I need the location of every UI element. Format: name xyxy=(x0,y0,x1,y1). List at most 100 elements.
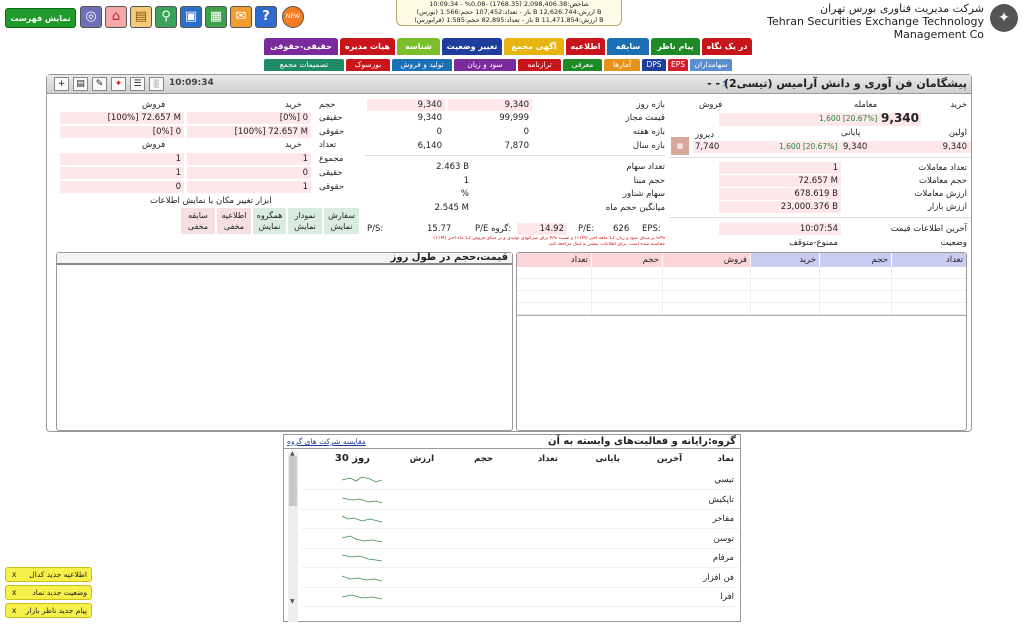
peer-symbol[interactable]: مفاخر xyxy=(713,510,734,529)
bar-chart-icon[interactable]: ░ xyxy=(149,77,164,91)
scroll-down-icon[interactable]: ▼ xyxy=(290,598,295,605)
home-icon[interactable]: ⌂ xyxy=(105,6,127,28)
peer-symbol[interactable]: فن افزار xyxy=(703,569,734,588)
pe-label: P/E: xyxy=(578,224,595,234)
help-icon[interactable]: ? xyxy=(255,6,277,28)
peer-symbol[interactable]: توسن xyxy=(714,530,734,549)
tab-board[interactable]: هیات مدیره xyxy=(340,38,395,55)
close-icon[interactable]: x xyxy=(12,604,16,617)
tab-shareholders[interactable]: سهامداران xyxy=(690,59,732,71)
document-icon[interactable]: ▤ xyxy=(73,77,88,91)
tool-ann-l1: اطلاعیه xyxy=(221,211,247,220)
year-label: بازه سال xyxy=(632,141,665,151)
scroll-up-icon[interactable]: ▲ xyxy=(290,450,295,457)
close-change: 1,600 [20.67%] xyxy=(779,142,838,151)
head-sell: فروش xyxy=(699,100,723,110)
add-icon[interactable]: + xyxy=(54,77,69,91)
stat-volume-value: 72.657 M xyxy=(719,175,841,187)
edit-icon[interactable]: ✎ xyxy=(92,77,107,91)
toast-codal[interactable]: اطلاعیه جدید کدال x xyxy=(5,567,92,582)
chat-icon[interactable]: ✉ xyxy=(230,6,252,28)
ticker-line-1: 10:09:34 - %0.08- (1768.35) شاخص:2,098,4… xyxy=(429,0,589,8)
peer-row[interactable]: افرا xyxy=(302,588,738,607)
tab-dps[interactable]: DPS xyxy=(642,59,666,71)
table-icon[interactable]: ▤ xyxy=(130,6,152,28)
info-float-label: سهام شناور xyxy=(622,189,665,199)
peer-row[interactable]: فن افزار xyxy=(302,569,738,588)
tab-identifier[interactable]: شناسه xyxy=(397,38,440,55)
tool-orders[interactable]: سفارش نمایش xyxy=(324,208,359,234)
info-base-vol: 1 حجم مبنا xyxy=(365,175,665,187)
peer-head-last: آخرین xyxy=(656,454,682,464)
toast-codal-text: اطلاعیه جدید کدال xyxy=(29,570,87,579)
sparkline-30d xyxy=(342,535,383,542)
peer-head-count: تعداد xyxy=(537,454,558,464)
globe-icon[interactable]: ◎ xyxy=(80,6,102,28)
toast-state-text: وضعیت جدید نماد xyxy=(32,588,87,597)
peer-row[interactable]: تیسي xyxy=(302,471,738,490)
peer-head-30d: 30 روز xyxy=(334,453,370,464)
ob-head-count-sell: تعداد xyxy=(517,253,591,267)
tool-announcements[interactable]: اطلاعیه مخفی xyxy=(217,208,251,234)
grid-icon[interactable]: ▦ xyxy=(205,6,227,28)
toast-sup-text: پیام جدید ناظر بازار xyxy=(25,606,87,615)
symbol-title: پیشگامان فن آوری و دانش آرامیس (تیسی2) -… xyxy=(707,77,967,90)
peer-symbol[interactable]: تاپکیش xyxy=(709,491,734,510)
tool-peers[interactable]: همگروه نمایش xyxy=(253,208,286,234)
list-icon[interactable]: ☰ xyxy=(130,77,145,91)
rl-row-legal: [0%] 0 [100%] 72.657 M حقوقی xyxy=(47,126,357,138)
tab-balance-sheet[interactable]: ترازنامه xyxy=(518,59,561,71)
tool-chart-l1: نمودار xyxy=(294,211,316,220)
tool-hist-l1: سابقه xyxy=(188,211,208,220)
peer-row[interactable]: مرقام xyxy=(302,549,738,568)
tab-profit-loss[interactable]: سود و زیان xyxy=(454,59,516,71)
close-icon[interactable]: x xyxy=(12,568,16,581)
peer-row[interactable]: توسن xyxy=(302,530,738,549)
tab-eps[interactable]: EPS xyxy=(668,59,688,71)
company-name-fa: شرکت مدیریت فناوری بورس تهران xyxy=(820,2,984,15)
count-legal-label: حقوقی xyxy=(319,182,345,192)
count-real-buy: 0 xyxy=(187,167,311,179)
tab-production-sales[interactable]: تولید و فروش xyxy=(392,59,452,71)
close-row: 7,740 1,600 [20.67%] 9,340 9,340 xyxy=(693,141,971,153)
tool-chart[interactable]: نمودار نمایش xyxy=(288,208,322,234)
rl-real-sell: [100%] 72.657 M xyxy=(60,112,184,124)
tab-announcements[interactable]: اطلاعیه xyxy=(566,38,605,55)
tab-stats[interactable]: آمارها xyxy=(604,59,640,71)
peer-symbol[interactable]: مرقام xyxy=(713,549,734,568)
tab-real-legal[interactable]: حقیقی-حقوقی xyxy=(264,38,338,55)
toast-symbol-state[interactable]: وضعیت جدید نماد x xyxy=(5,585,92,600)
chart-tools-icon[interactable]: ✦ xyxy=(111,77,126,91)
compare-peers-link[interactable]: مقایسه شرکت های گروه xyxy=(287,437,366,446)
info-float: % سهام شناور xyxy=(365,188,665,200)
tab-history[interactable]: سابقه xyxy=(607,38,649,55)
peer-head-symbol: نماد xyxy=(717,454,734,464)
tab-boursook[interactable]: بورسوک xyxy=(346,59,390,71)
search-icon[interactable]: ⚲ xyxy=(155,6,177,28)
info-avg-vol: 2.545 M میانگین حجم ماه xyxy=(365,202,665,214)
show-list-button[interactable]: نمایش فهرست xyxy=(5,8,76,28)
tab-status-change[interactable]: تغییر وضعیت xyxy=(442,38,502,55)
peer-row[interactable]: مفاخر xyxy=(302,510,738,529)
count-total-buy: 1 xyxy=(187,153,311,165)
new-badge-icon[interactable]: NEW xyxy=(282,6,304,28)
toast-supervisor[interactable]: پیام جدید ناظر بازار x xyxy=(5,603,92,618)
tab-at-a-glance[interactable]: در یک نگاه xyxy=(702,38,752,55)
prev-price: 7,740 xyxy=(695,142,720,152)
last-trade-change: 1,600 [20.67%] xyxy=(819,114,878,123)
tab-assembly-decisions[interactable]: تصمیمات مجمع xyxy=(264,59,344,71)
peer-scrollbar[interactable] xyxy=(288,452,298,622)
ticker-line-2: (بورس) باز - تعداد:107,452 حجم:1.566 B ا… xyxy=(416,8,602,16)
tool-history[interactable]: سابقه مخفی xyxy=(181,208,215,234)
tools-title: ابزار تغییر مکان یا نمایش اطلاعات xyxy=(150,196,272,206)
market-ticker: 10:09:34 - %0.08- (1768.35) شاخص:2,098,4… xyxy=(396,0,622,26)
peer-symbol[interactable]: افرا xyxy=(721,588,734,607)
calendar-icon[interactable]: ▦ xyxy=(671,137,689,155)
peer-row[interactable]: تاپکیش xyxy=(302,491,738,510)
tab-assembly-ad[interactable]: آگهی مجمع xyxy=(504,38,564,55)
close-icon[interactable]: x xyxy=(12,586,16,599)
tab-supervisor-message[interactable]: پیام ناظر xyxy=(651,38,700,55)
tab-introduction[interactable]: معرفی xyxy=(563,59,602,71)
monitor-icon[interactable]: ▣ xyxy=(180,6,202,28)
peer-symbol[interactable]: تیسي xyxy=(714,471,734,490)
